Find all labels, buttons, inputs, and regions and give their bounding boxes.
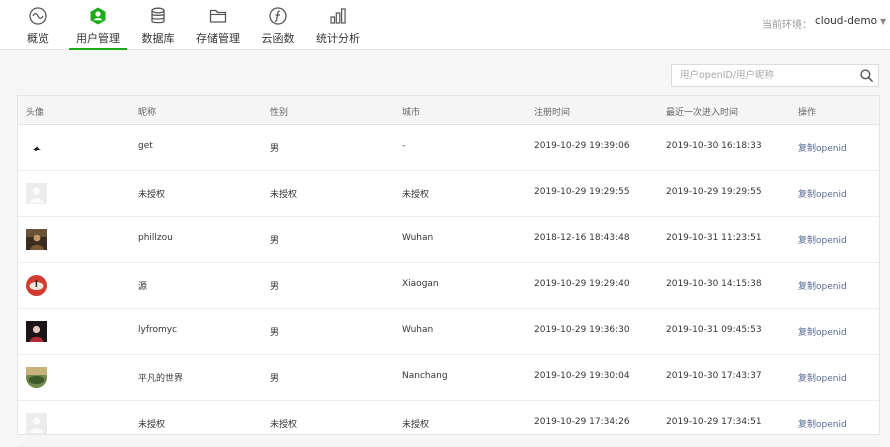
nav-label-overview: 概览 [27, 32, 49, 45]
cell-nickname: get [138, 141, 153, 151]
cloud-function-icon [269, 7, 287, 25]
copy-openid-link[interactable]: 复制openid [798, 233, 847, 246]
cell-nickname: lyfromyc [138, 325, 178, 335]
user-search-box [671, 64, 879, 87]
table-header: 头像 昵称 性别 城市 注册时间 最近一次进入时间 操作 [18, 96, 879, 125]
cell-gender: 未授权 [270, 420, 298, 430]
header-city: 城市 [402, 108, 421, 118]
copy-openid-link[interactable]: 复制openid [798, 325, 847, 338]
cell-gender: 男 [270, 374, 280, 384]
nav-item-storage-management[interactable]: 存储管理 [194, 0, 242, 49]
header-nickname: 昵称 [138, 108, 157, 118]
nav-item-user-management[interactable]: 用户管理 [69, 0, 127, 50]
header-avatar: 头像 [26, 108, 45, 118]
avatar [26, 183, 47, 204]
avatar [26, 229, 47, 250]
search-input[interactable] [672, 65, 860, 86]
avatar [26, 275, 47, 296]
environment-selector[interactable]: cloud-demo ▼ [815, 15, 886, 27]
cell-registration-time: 2019-10-29 17:34:26 [534, 417, 630, 427]
cell-registration-time: 2019-10-29 19:39:06 [534, 141, 630, 151]
cell-last-visit-time: 2019-10-29 17:34:51 [666, 417, 762, 427]
search-icon[interactable] [859, 68, 874, 83]
copy-openid-link[interactable]: 复制openid [798, 371, 847, 384]
nav-label-cloud-function: 云函数 [261, 32, 295, 45]
cell-city: 未授权 [402, 190, 430, 200]
copy-openid-link[interactable]: 复制openid [798, 417, 847, 430]
cell-city: Nanchang [402, 371, 448, 381]
nav-item-overview[interactable]: 概览 [20, 0, 56, 49]
cell-last-visit-time: 2019-10-30 16:18:33 [666, 141, 762, 151]
avatar [26, 413, 47, 434]
nav-item-database[interactable]: 数据库 [139, 0, 177, 49]
table-row: lyfromyc 男 Wuhan 2019-10-29 19:36:30 201… [18, 309, 879, 355]
avatar [26, 321, 47, 342]
cell-nickname: 平凡的世界 [138, 374, 184, 384]
nav-label-storage-management: 存储管理 [196, 32, 240, 45]
copy-openid-link[interactable]: 复制openid [798, 187, 847, 200]
table-row: 平凡的世界 男 Nanchang 2019-10-29 19:30:04 201… [18, 355, 879, 401]
cell-registration-time: 2019-10-29 19:30:04 [534, 371, 630, 381]
table-row: 未授权 未授权 未授权 2019-10-29 17:34:26 2019-10-… [18, 401, 879, 447]
storage-folder-icon [209, 9, 227, 23]
cell-nickname: 源 [138, 282, 148, 292]
cell-registration-time: 2019-10-29 19:29:55 [534, 187, 630, 197]
header-last-visit-time: 最近一次进入时间 [666, 108, 739, 118]
top-navigation-bar: 概览 用户管理 数据库 存储管理 云函数 统计分析 当前环境： cloud-de… [0, 0, 890, 50]
environment-value: cloud-demo [815, 15, 878, 27]
table-row: 源 男 Xiaogan 2019-10-29 19:29:40 2019-10-… [18, 263, 879, 309]
header-registration-time: 注册时间 [534, 108, 571, 118]
cell-last-visit-time: 2019-10-31 09:45:53 [666, 325, 762, 335]
cell-city: Wuhan [402, 325, 434, 335]
table-row: get 男 - 2019-10-29 19:39:06 2019-10-30 1… [18, 125, 879, 171]
cell-nickname: 未授权 [138, 190, 166, 200]
cell-gender: 男 [270, 236, 280, 246]
statistics-chart-icon [330, 8, 346, 24]
nav-label-statistics: 统计分析 [316, 32, 360, 45]
cell-last-visit-time: 2019-10-30 17:43:37 [666, 371, 762, 381]
environment-label: 当前环境： [762, 20, 812, 31]
nav-label-user-management: 用户管理 [76, 32, 120, 45]
avatar [26, 137, 47, 158]
user-management-icon [90, 7, 106, 25]
cell-gender: 未授权 [270, 190, 298, 200]
copy-openid-link[interactable]: 复制openid [798, 279, 847, 292]
cell-registration-time: 2018-12-16 18:43:48 [534, 233, 630, 243]
table-row: 未授权 未授权 未授权 2019-10-29 19:29:55 2019-10-… [18, 171, 879, 217]
cell-last-visit-time: 2019-10-31 11:23:51 [666, 233, 762, 243]
cell-gender: 男 [270, 328, 280, 338]
avatar [26, 367, 47, 388]
nav-label-database: 数据库 [141, 32, 175, 45]
cell-city: - [402, 141, 406, 151]
cell-gender: 男 [270, 282, 280, 292]
cell-nickname: phillzou [138, 233, 173, 243]
user-table: 头像 昵称 性别 城市 注册时间 最近一次进入时间 操作 get 男 - 201… [17, 95, 880, 447]
cell-nickname: 未授权 [138, 420, 166, 430]
cell-city: Xiaogan [402, 279, 439, 289]
cell-last-visit-time: 2019-10-30 14:15:38 [666, 279, 762, 289]
cell-city: 未授权 [402, 420, 430, 430]
caret-down-icon: ▼ [880, 17, 887, 26]
header-gender: 性别 [270, 108, 289, 118]
header-actions: 操作 [798, 108, 817, 118]
cell-last-visit-time: 2019-10-29 19:29:55 [666, 187, 762, 197]
copy-openid-link[interactable]: 复制openid [798, 141, 847, 154]
nav-item-statistics[interactable]: 统计分析 [314, 0, 362, 49]
database-icon [151, 7, 165, 24]
cell-registration-time: 2019-10-29 19:29:40 [534, 279, 630, 289]
cell-registration-time: 2019-10-29 19:36:30 [534, 325, 630, 335]
cell-city: Wuhan [402, 233, 434, 243]
nav-item-cloud-function[interactable]: 云函数 [259, 0, 297, 49]
cell-gender: 男 [270, 144, 280, 154]
overview-icon [29, 7, 47, 25]
table-row: phillzou 男 Wuhan 2018-12-16 18:43:48 201… [18, 217, 879, 263]
active-tab-indicator [69, 48, 127, 50]
